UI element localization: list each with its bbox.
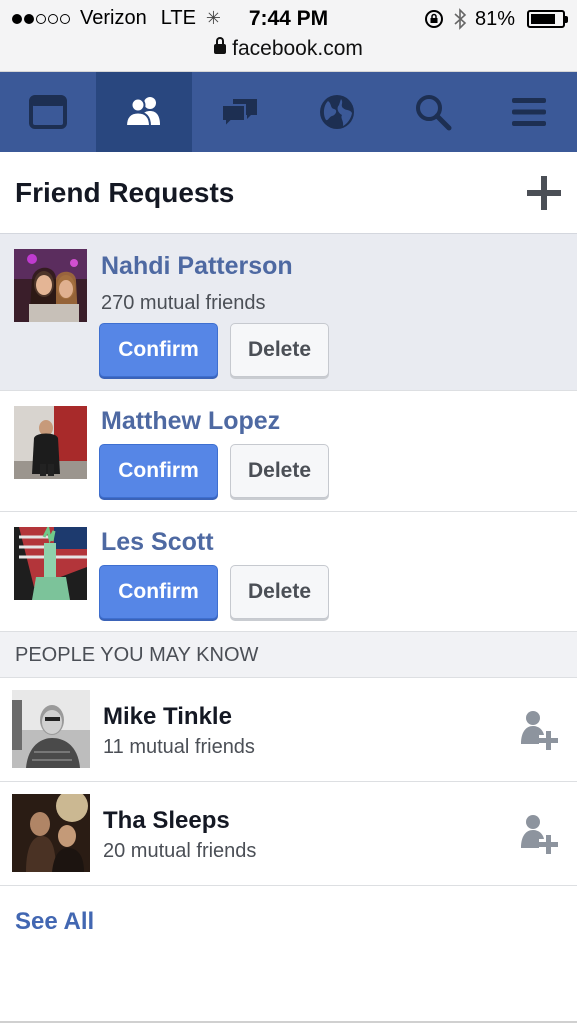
pymk-section-header: PEOPLE YOU MAY KNOW	[0, 632, 577, 678]
profile-photo[interactable]	[14, 406, 87, 479]
globe-icon	[319, 95, 354, 129]
nav-friends[interactable]	[96, 72, 193, 152]
nav-search[interactable]	[385, 72, 481, 152]
see-all-link[interactable]: See All	[15, 908, 94, 936]
friend-request-item: Nahdi Patterson 270 mutual friends Confi…	[0, 234, 577, 391]
bluetooth-icon	[454, 8, 467, 30]
profile-photo[interactable]	[12, 794, 90, 872]
friend-requests-header: Friend Requests	[0, 152, 577, 234]
requester-name[interactable]: Nahdi Patterson	[101, 252, 293, 281]
url-text: facebook.com	[232, 37, 363, 60]
confirm-button[interactable]: Confirm	[99, 444, 218, 498]
mutual-friends-count: 270 mutual friends	[101, 292, 266, 314]
bottom-divider	[0, 1021, 577, 1023]
status-bar: Verizon LTE ✳ 7:44 PM 81% facebook.com	[0, 0, 577, 72]
delete-button[interactable]: Delete	[230, 444, 329, 498]
person-name[interactable]: Tha Sleeps	[103, 807, 230, 835]
lock-icon	[214, 37, 227, 54]
confirm-button[interactable]: Confirm	[99, 323, 218, 377]
person-name[interactable]: Mike Tinkle	[103, 703, 232, 731]
requester-name[interactable]: Les Scott	[101, 528, 214, 557]
friends-icon	[125, 97, 161, 127]
profile-photo[interactable]	[14, 249, 87, 322]
profile-photo[interactable]	[12, 690, 90, 768]
nav-notifications[interactable]	[289, 72, 385, 152]
add-friend-icon[interactable]	[519, 708, 559, 754]
friend-request-item: Matthew Lopez Confirm Delete	[0, 391, 577, 512]
page-title: Friend Requests	[15, 176, 235, 208]
messages-icon	[221, 99, 258, 130]
delete-button[interactable]: Delete	[230, 565, 329, 619]
delete-button[interactable]: Delete	[230, 323, 329, 377]
nav-menu[interactable]	[481, 72, 577, 152]
profile-photo[interactable]	[14, 527, 87, 600]
confirm-button[interactable]: Confirm	[99, 565, 218, 619]
add-friend-plus-icon[interactable]	[525, 174, 563, 212]
search-icon	[415, 95, 452, 131]
add-friend-icon[interactable]	[519, 812, 559, 858]
rotation-lock-icon	[424, 10, 443, 28]
pymk-item: Tha Sleeps 20 mutual friends	[0, 782, 577, 886]
news-feed-icon	[29, 95, 68, 129]
battery-icon	[527, 10, 568, 28]
friend-request-item: Les Scott Confirm Delete	[0, 512, 577, 632]
pymk-item: Mike Tinkle 11 mutual friends	[0, 678, 577, 782]
address-bar[interactable]: facebook.com	[0, 37, 577, 61]
nav-news-feed[interactable]	[0, 72, 96, 152]
status-right: 81%	[423, 7, 568, 31]
battery-fill	[531, 14, 555, 24]
battery-percent: 81%	[474, 7, 515, 30]
mutual-friends-count: 20 mutual friends	[103, 840, 257, 862]
requester-name[interactable]: Matthew Lopez	[101, 407, 280, 436]
nav-messages[interactable]	[192, 72, 288, 152]
top-nav-bar	[0, 72, 577, 152]
mutual-friends-count: 11 mutual friends	[103, 736, 255, 758]
menu-icon	[511, 98, 546, 126]
